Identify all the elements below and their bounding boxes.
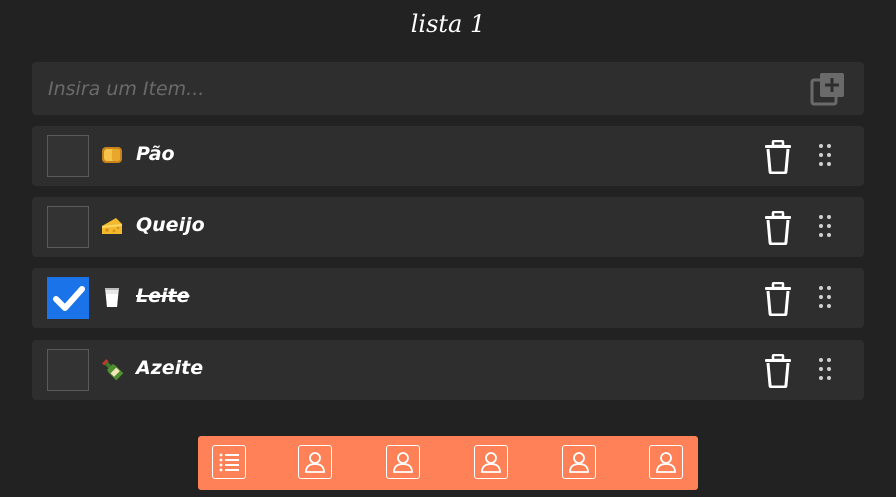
list-icon [219, 453, 239, 472]
item-input[interactable] [46, 74, 790, 104]
add-item-row [32, 62, 864, 115]
item-checkbox[interactable] [47, 206, 89, 248]
item-checkbox[interactable] [47, 349, 89, 391]
trash-icon[interactable] [762, 282, 794, 316]
item-label: Leite [136, 285, 190, 307]
nav-user-button[interactable] [562, 445, 596, 479]
user-icon [393, 452, 413, 473]
drag-handle-icon[interactable] [818, 285, 832, 309]
user-icon [481, 452, 501, 473]
drag-handle-icon[interactable] [818, 143, 832, 167]
trash-icon[interactable] [762, 140, 794, 174]
drag-handle-icon[interactable] [818, 357, 832, 381]
checkmark-icon [53, 286, 85, 311]
list-item: Queijo [32, 197, 864, 257]
nav-user-button[interactable] [298, 445, 332, 479]
list-item: Leite [32, 268, 864, 328]
trash-icon[interactable] [762, 354, 794, 388]
nav-user-button[interactable] [649, 445, 683, 479]
bread-icon [102, 147, 122, 163]
list-item: Azeite [32, 340, 864, 400]
user-icon [656, 452, 676, 473]
olive-oil-bottle-icon [102, 359, 124, 381]
list-title: lista 1 [410, 10, 486, 38]
add-item-icon[interactable] [810, 71, 846, 107]
drag-handle-icon[interactable] [818, 214, 832, 238]
user-icon [305, 452, 325, 473]
cheese-icon [102, 218, 122, 234]
nav-user-button[interactable] [386, 445, 420, 479]
item-label: Azeite [136, 357, 204, 379]
item-checkbox[interactable] [47, 135, 89, 177]
item-label: Queijo [136, 214, 205, 236]
nav-lists-button[interactable] [212, 445, 246, 479]
list-item: Pão [32, 126, 864, 186]
trash-icon[interactable] [762, 211, 794, 245]
bottom-nav-bar [198, 436, 698, 490]
milk-icon [105, 288, 119, 307]
item-label: Pão [136, 143, 175, 165]
item-checkbox[interactable] [47, 277, 89, 319]
user-icon [569, 452, 589, 473]
nav-user-button[interactable] [474, 445, 508, 479]
